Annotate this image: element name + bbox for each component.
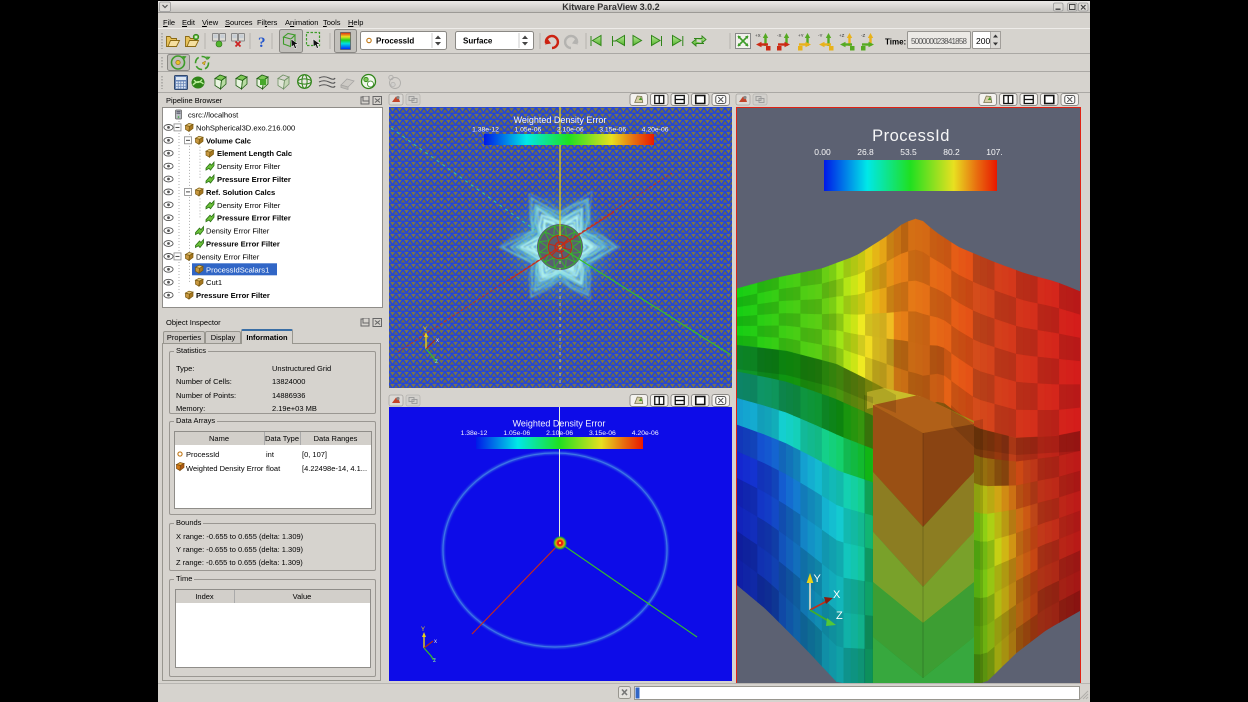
svg-text:0.00: 0.00 <box>814 147 831 157</box>
svg-text:1.38e-12: 1.38e-12 <box>472 127 499 134</box>
svg-text:1.38e-12: 1.38e-12 <box>461 430 488 437</box>
svg-text:ProcessId: ProcessId <box>186 450 219 459</box>
svg-text:200: 200 <box>976 36 990 46</box>
svg-text:Z: Z <box>836 610 843 622</box>
svg-text:+X: +X <box>755 33 761 38</box>
svg-text:Weighted Density Error: Weighted Density Error <box>513 419 606 429</box>
svg-text:x: x <box>436 338 439 344</box>
svg-text:2.10e-06: 2.10e-06 <box>557 127 584 134</box>
svg-text:float: float <box>266 464 281 473</box>
svg-text:26.8: 26.8 <box>857 147 874 157</box>
svg-text:Time:: Time: <box>885 38 906 47</box>
svg-text:Y: Y <box>421 627 425 633</box>
svg-text:Y: Y <box>423 327 427 333</box>
svg-text:Pressure Error Filter: Pressure Error Filter <box>196 291 270 300</box>
svg-text:[0, 107]: [0, 107] <box>302 450 327 459</box>
svg-text:NohSpherical3D.exo.216.000: NohSpherical3D.exo.216.000 <box>196 123 295 132</box>
svg-text:4.20e-06: 4.20e-06 <box>632 430 659 437</box>
svg-text:Element Length Calc: Element Length Calc <box>217 149 292 158</box>
svg-text:Pressure Error Filter: Pressure Error Filter <box>206 240 280 249</box>
svg-text:3.15e-06: 3.15e-06 <box>589 430 616 437</box>
svg-text:80.2: 80.2 <box>943 147 960 157</box>
svg-text:Surface: Surface <box>463 37 493 46</box>
svg-text:ProcessId: ProcessId <box>376 37 414 46</box>
svg-text:Weighted Density Error: Weighted Density Error <box>514 115 607 125</box>
svg-text:csrc://localhost: csrc://localhost <box>188 111 239 120</box>
svg-text:3.15e-06: 3.15e-06 <box>599 127 626 134</box>
svg-text:+Y: +Y <box>798 33 804 38</box>
svg-text:+Z: +Z <box>839 33 845 38</box>
svg-text:2.10e-06: 2.10e-06 <box>546 430 573 437</box>
svg-text:Pressure Error Filter: Pressure Error Filter <box>217 175 291 184</box>
svg-text:500000023841858: 500000023841858 <box>911 37 968 46</box>
svg-text:Density Error Filter: Density Error Filter <box>217 201 281 210</box>
svg-text:1.05e-06: 1.05e-06 <box>503 430 530 437</box>
svg-text:z: z <box>435 359 438 365</box>
svg-text:X: X <box>833 589 841 601</box>
svg-text:Density Error Filter: Density Error Filter <box>196 252 260 261</box>
svg-text:Density Error Filter: Density Error Filter <box>217 162 281 171</box>
svg-text:Y: Y <box>814 573 822 585</box>
svg-text:z: z <box>433 658 436 664</box>
svg-text:Ref. Solution Calcs: Ref. Solution Calcs <box>206 188 275 197</box>
svg-text:4.20e-06: 4.20e-06 <box>642 127 669 134</box>
svg-text:53.5: 53.5 <box>900 147 917 157</box>
svg-text:ProcessIdScalars1: ProcessIdScalars1 <box>206 265 269 274</box>
svg-text:-Y: -Y <box>818 33 823 38</box>
svg-text:1.05e-06: 1.05e-06 <box>514 127 541 134</box>
svg-text:Density Error Filter: Density Error Filter <box>206 227 270 236</box>
svg-text:-X: -X <box>777 33 782 38</box>
svg-text:Volume Calc: Volume Calc <box>206 136 251 145</box>
svg-text:Cut1: Cut1 <box>206 278 222 287</box>
svg-text:Weighted Density Error: Weighted Density Error <box>186 464 264 473</box>
svg-text:x: x <box>434 639 437 645</box>
svg-text:int: int <box>266 450 275 459</box>
svg-text:[4.22498e-14, 4.1...: [4.22498e-14, 4.1... <box>302 464 367 473</box>
svg-text:ProcessId: ProcessId <box>872 127 950 145</box>
svg-text:?: ? <box>258 35 266 51</box>
svg-text:-Z: -Z <box>861 33 865 38</box>
svg-text:Pressure Error Filter: Pressure Error Filter <box>217 214 291 223</box>
svg-text:107.: 107. <box>986 147 1003 157</box>
